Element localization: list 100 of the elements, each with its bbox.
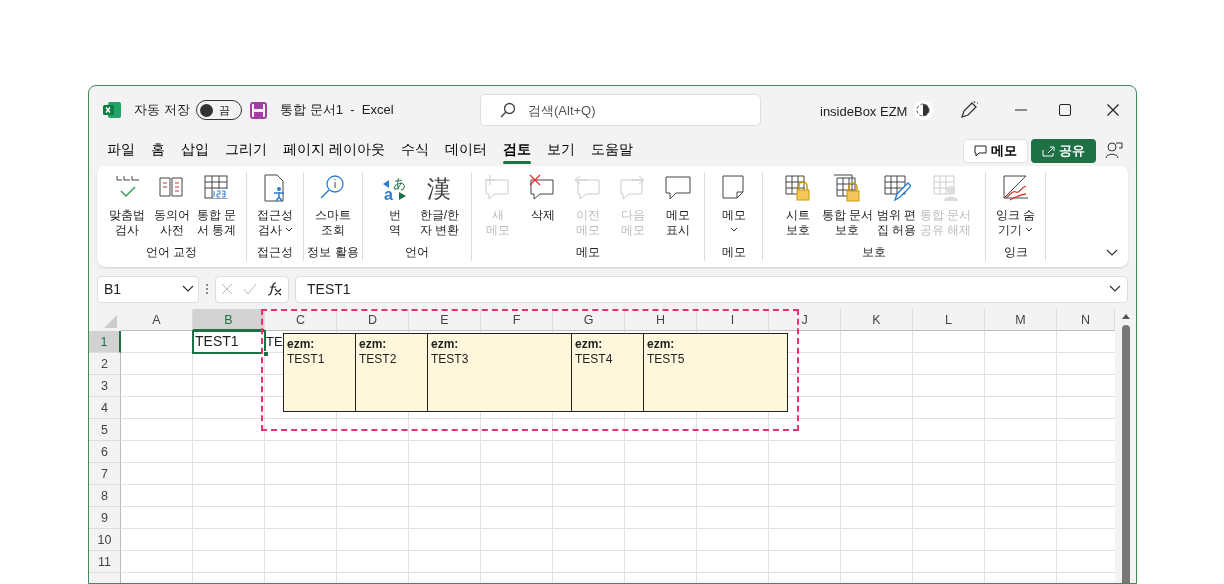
row-header[interactable]: 5 bbox=[89, 419, 121, 441]
ribbon-group-label: 언어 bbox=[405, 244, 429, 261]
table-icon bbox=[202, 174, 231, 202]
comment-text: TEST3 bbox=[431, 352, 470, 367]
menu-tab[interactable]: 도움말 bbox=[582, 136, 641, 164]
pen-icon[interactable] bbox=[959, 100, 979, 120]
comment-delete-icon bbox=[529, 174, 557, 202]
name-box[interactable]: B1 bbox=[97, 275, 199, 303]
menu-tab[interactable]: 수식 bbox=[392, 136, 437, 164]
user-name: insideBox EZM bbox=[820, 103, 908, 121]
collapse-icon[interactable] bbox=[1106, 249, 1118, 257]
ribbon-button[interactable]: 메모 표시 bbox=[655, 172, 701, 243]
row-header[interactable]: 2 bbox=[89, 353, 121, 375]
row-header[interactable]: 10 bbox=[89, 529, 121, 551]
comment-icon bbox=[664, 174, 692, 202]
comment-author: ezm: bbox=[287, 337, 316, 352]
column-header[interactable]: I bbox=[697, 309, 769, 331]
column-header[interactable]: M bbox=[985, 309, 1057, 331]
column-header[interactable]: B bbox=[193, 309, 265, 331]
column-header[interactable]: N bbox=[1057, 309, 1115, 331]
expand-icon[interactable] bbox=[1109, 285, 1121, 293]
cell-text: TE bbox=[265, 333, 283, 351]
excel-icon[interactable] bbox=[103, 101, 121, 119]
caret-icon[interactable] bbox=[182, 285, 194, 293]
coin-icon[interactable] bbox=[912, 99, 934, 121]
close-icon[interactable] bbox=[1107, 104, 1119, 116]
check-icon[interactable] bbox=[243, 283, 257, 295]
comment-plus-icon bbox=[484, 174, 512, 202]
ribbon-button[interactable]: 범위 편 집 허용 bbox=[874, 172, 919, 243]
row-header[interactable]: 3 bbox=[89, 375, 121, 397]
save-icon[interactable] bbox=[250, 101, 268, 119]
search-field[interactable]: 검색(Alt+Q) bbox=[480, 94, 761, 126]
caret-icon bbox=[284, 227, 293, 233]
row-header[interactable]: 7 bbox=[89, 463, 121, 485]
search-icon bbox=[500, 102, 516, 118]
ribbon-button[interactable]: 삭제 bbox=[520, 172, 566, 243]
menu-tab[interactable]: 데이터 bbox=[436, 136, 495, 164]
table-pencil-icon bbox=[882, 174, 911, 202]
menu-tab[interactable]: 그리기 bbox=[217, 136, 275, 164]
people-icon[interactable] bbox=[1105, 141, 1123, 159]
ribbon-button[interactable]: 스마트 조회 bbox=[310, 172, 356, 243]
column-header[interactable]: H bbox=[625, 309, 697, 331]
column-header[interactable]: D bbox=[337, 309, 409, 331]
column-header[interactable]: L bbox=[913, 309, 985, 331]
menu-tab[interactable]: 보기 bbox=[538, 136, 583, 164]
menu-tab[interactable]: 검토 bbox=[494, 136, 539, 164]
comment-text: TEST5 bbox=[647, 352, 686, 367]
column-header[interactable]: K bbox=[841, 309, 913, 331]
comment-text: TEST4 bbox=[575, 352, 614, 367]
ribbon-button[interactable]: 잉크 숨 기기 bbox=[993, 172, 1038, 243]
hanja-icon: 漢 bbox=[425, 174, 454, 202]
row-header[interactable]: 1 bbox=[89, 331, 121, 353]
ribbon-group-label: 언어 교정 bbox=[145, 244, 198, 261]
comment-box[interactable]: ezm: TEST5 bbox=[643, 333, 788, 412]
ribbon-button[interactable]: 漢 한글/한 자 변환 bbox=[417, 172, 462, 243]
ribbon-group-label: 접근성 bbox=[257, 244, 293, 261]
menu-tab[interactable]: 파일 bbox=[99, 136, 143, 164]
menu-tab[interactable]: 홈 bbox=[143, 136, 173, 164]
ribbon-group-label: 정보 활용 bbox=[307, 244, 359, 261]
column-header[interactable]: J bbox=[769, 309, 841, 331]
share-button[interactable]: 공유 bbox=[1031, 139, 1096, 163]
comment-box[interactable]: ezm: TEST1 bbox=[283, 333, 356, 412]
comment-left-icon bbox=[574, 174, 602, 202]
ribbon-group-label: 메모 bbox=[721, 244, 746, 261]
comments-button[interactable]: 메모 bbox=[963, 139, 1028, 163]
comment-author: ezm: bbox=[431, 337, 460, 352]
comment-text: TEST1 bbox=[287, 352, 326, 367]
maximize-icon[interactable] bbox=[1059, 104, 1071, 116]
ribbon-button[interactable]: 접근성 검사 bbox=[252, 172, 298, 243]
function-icon[interactable] bbox=[267, 282, 283, 296]
formula-field[interactable]: TEST1 bbox=[295, 275, 1128, 303]
menu-tab[interactable]: 삽입 bbox=[173, 136, 217, 164]
comment-box[interactable]: ezm: TEST4 bbox=[571, 333, 644, 412]
ribbon-button[interactable]: 동의어 사전 bbox=[149, 172, 194, 243]
comment-icon bbox=[974, 145, 987, 157]
more-icon[interactable] bbox=[205, 283, 209, 295]
share-icon bbox=[1042, 145, 1055, 157]
row-header[interactable]: 8 bbox=[89, 485, 121, 507]
column-header[interactable]: A bbox=[121, 309, 193, 331]
ribbon-button[interactable]: 맞춤법 검사 bbox=[104, 172, 149, 243]
ribbon-button[interactable]: 시트 보호 bbox=[775, 172, 821, 243]
comment-box[interactable]: ezm: TEST2 bbox=[355, 333, 428, 412]
column-header[interactable]: C bbox=[265, 309, 337, 331]
ribbon-button[interactable]: 통합 문서 보호 bbox=[820, 172, 874, 243]
row-header[interactable]: 9 bbox=[89, 507, 121, 529]
document-title: 통합 문서1 - Excel bbox=[280, 101, 394, 120]
comment-box[interactable]: ezm: TEST3 bbox=[427, 333, 572, 412]
ribbon-button[interactable]: 통합 문 서 통계 bbox=[194, 172, 239, 243]
comment-author: ezm: bbox=[575, 337, 604, 352]
row-header[interactable]: 11 bbox=[89, 551, 121, 573]
caret-icon bbox=[1025, 227, 1033, 233]
caret-icon bbox=[729, 227, 738, 232]
column-header[interactable]: G bbox=[553, 309, 625, 331]
column-header[interactable]: E bbox=[409, 309, 481, 331]
row-header[interactable]: 4 bbox=[89, 397, 121, 419]
row-header[interactable]: 6 bbox=[89, 441, 121, 463]
ribbon-button[interactable]: 메모 bbox=[711, 172, 756, 243]
column-header[interactable]: F bbox=[481, 309, 553, 331]
menu-tab[interactable]: 페이지 레이아웃 bbox=[275, 136, 393, 164]
autosave-label: 자동 저장 bbox=[134, 101, 190, 120]
